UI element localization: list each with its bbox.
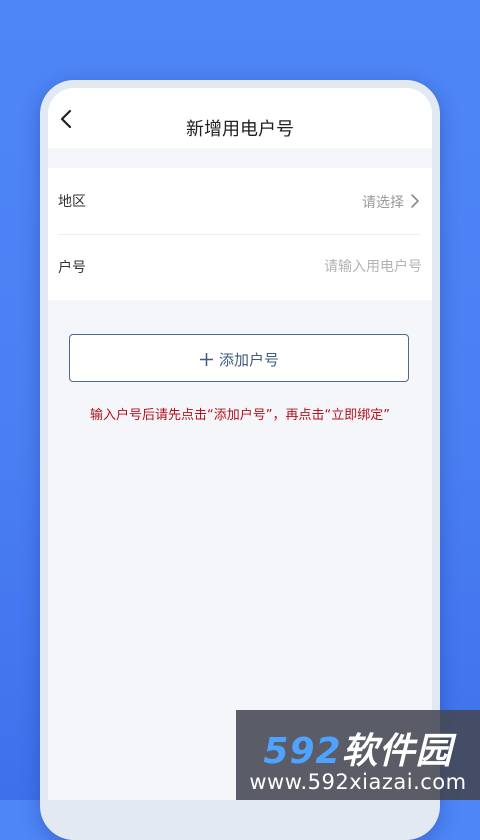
watermark-brand-text: 软件园 bbox=[341, 731, 453, 772]
add-account-label: 添加户号 bbox=[218, 351, 279, 369]
watermark-brand-digits: 592 bbox=[263, 731, 342, 772]
add-account-button-content: 添加户号 bbox=[70, 349, 408, 370]
chevron-left-icon bbox=[60, 109, 72, 129]
instruction-hint: 输入户号后请先点击“添加户号”，再点击“立即绑定” bbox=[90, 408, 390, 423]
page-header: 新增用电户号 bbox=[48, 88, 432, 148]
region-label: 地区 bbox=[58, 194, 86, 210]
region-selector[interactable]: 地区 请选择 bbox=[48, 168, 432, 234]
watermark: 592软件园 www.592xiazai.com bbox=[236, 710, 480, 800]
app-screen: 新增用电户号 地区 请选择 户号 添加户号 输入户号后请先点击“添加户号”，再点… bbox=[48, 88, 432, 800]
account-label: 户号 bbox=[58, 260, 86, 276]
account-row: 户号 bbox=[48, 234, 432, 300]
back-button[interactable] bbox=[56, 108, 76, 130]
watermark-brand: 592软件园 bbox=[236, 722, 480, 774]
chevron-right-icon bbox=[411, 194, 419, 208]
account-number-input[interactable] bbox=[202, 255, 422, 279]
page-title: 新增用电户号 bbox=[186, 119, 294, 140]
app-background: { "header": { "title": "新增用电户号", "back_i… bbox=[0, 0, 480, 840]
watermark-url: www.592xiazai.com bbox=[249, 770, 467, 794]
region-value: 请选择 bbox=[362, 195, 404, 211]
form-card: 地区 请选择 户号 bbox=[48, 168, 432, 300]
add-account-button[interactable]: 添加户号 bbox=[69, 334, 409, 382]
plus-icon bbox=[199, 353, 213, 366]
